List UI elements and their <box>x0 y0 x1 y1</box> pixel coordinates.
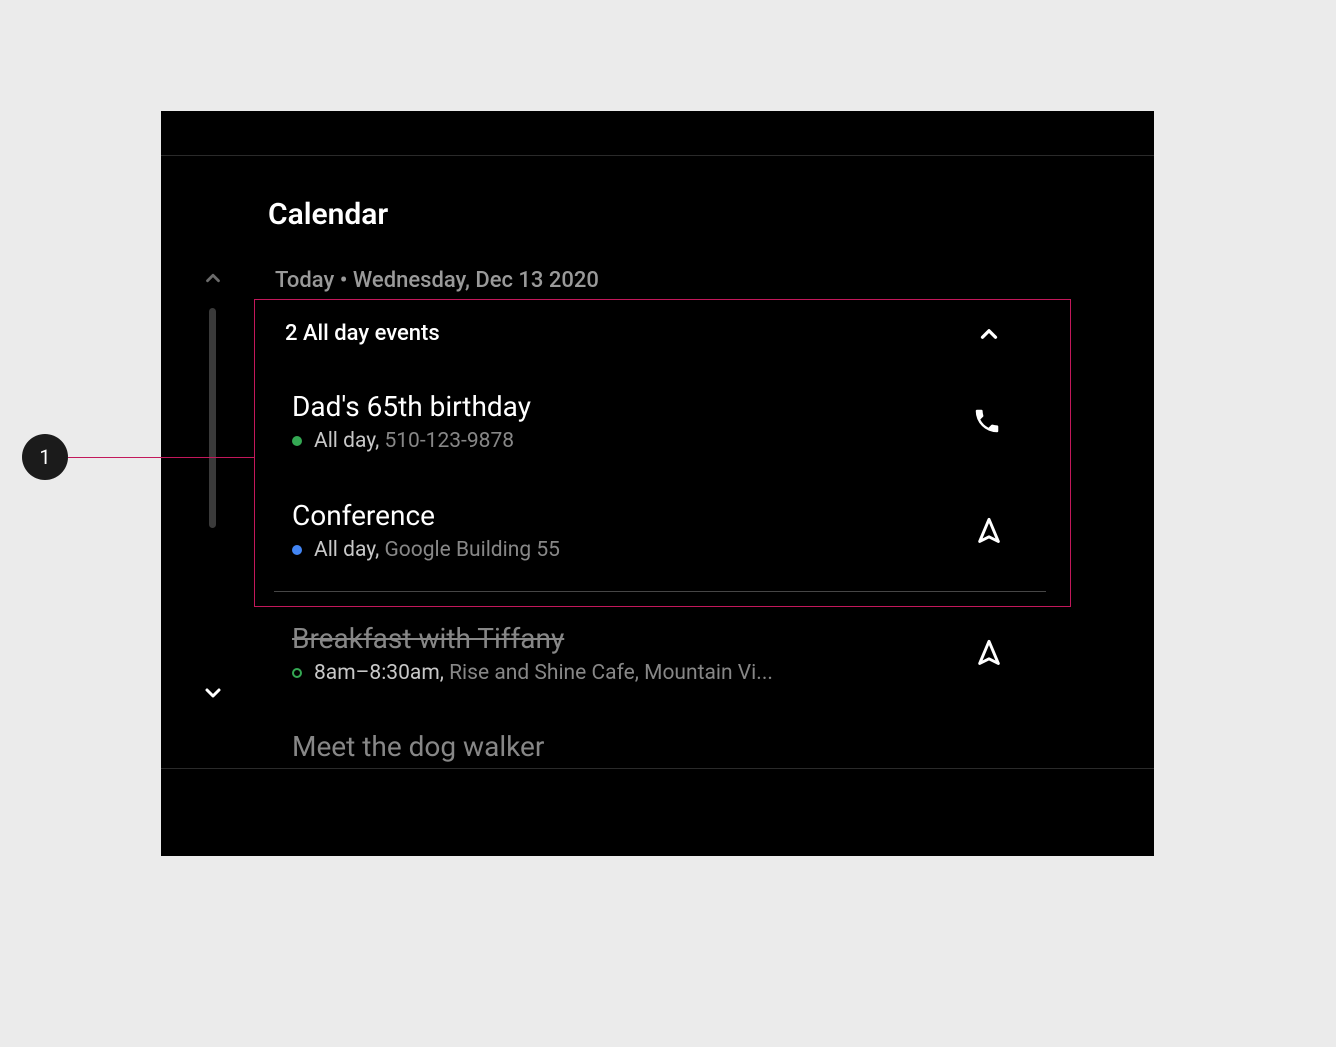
divider-top <box>161 155 1154 156</box>
event-row[interactable]: Dad's 65th birthday All day, 510-123-987… <box>292 390 531 453</box>
scroll-down-button[interactable] <box>199 679 227 707</box>
event-title: Conference <box>292 499 560 532</box>
event-time: All day, <box>314 429 379 453</box>
divider-bottom <box>161 768 1154 769</box>
calendar-dot-icon <box>292 545 302 555</box>
navigate-button[interactable] <box>972 514 1006 548</box>
chevron-up-icon <box>202 267 224 289</box>
event-row[interactable]: Breakfast with Tiffany 8am–8:30am, Rise … <box>292 622 773 685</box>
event-row[interactable]: Conference All day, Google Building 55 <box>292 499 560 562</box>
event-title: Meet the dog walker <box>292 730 544 763</box>
chevron-up-icon <box>976 321 1002 347</box>
navigate-button[interactable] <box>972 636 1006 670</box>
annotation-number: 1 <box>39 445 50 469</box>
event-title: Breakfast with Tiffany <box>292 622 773 655</box>
event-detail: Rise and Shine Cafe, Mountain Vi... <box>449 661 773 685</box>
chevron-down-icon <box>201 681 225 705</box>
event-detail: Google Building 55 <box>384 538 560 562</box>
scrollbar[interactable] <box>209 308 216 528</box>
call-button[interactable] <box>970 404 1004 438</box>
collapse-allday-button[interactable] <box>973 318 1005 350</box>
annotation-callout-1: 1 <box>22 434 68 480</box>
scroll-up-button[interactable] <box>199 264 227 292</box>
annotation-line <box>68 457 254 458</box>
event-time: All day, <box>314 538 379 562</box>
page-title: Calendar <box>268 197 388 232</box>
event-time: 8am–8:30am, <box>314 661 444 685</box>
navigation-icon <box>975 517 1003 545</box>
event-subtitle: 8am–8:30am, Rise and Shine Cafe, Mountai… <box>292 661 773 685</box>
event-detail: 510-123-9878 <box>384 429 514 453</box>
event-row[interactable]: Meet the dog walker <box>292 730 544 763</box>
section-divider <box>274 591 1046 592</box>
date-label: Today • Wednesday, Dec 13 2020 <box>275 268 599 293</box>
phone-icon <box>972 406 1002 436</box>
event-subtitle: All day, 510-123-9878 <box>292 429 531 453</box>
navigation-icon <box>975 639 1003 667</box>
calendar-dot-icon <box>292 436 302 446</box>
calendar-dot-icon <box>292 668 302 678</box>
event-title: Dad's 65th birthday <box>292 390 531 423</box>
device-screen: Calendar Today • Wednesday, Dec 13 2020 … <box>161 111 1154 856</box>
event-subtitle: All day, Google Building 55 <box>292 538 560 562</box>
allday-section-header: 2 All day events <box>285 321 440 346</box>
